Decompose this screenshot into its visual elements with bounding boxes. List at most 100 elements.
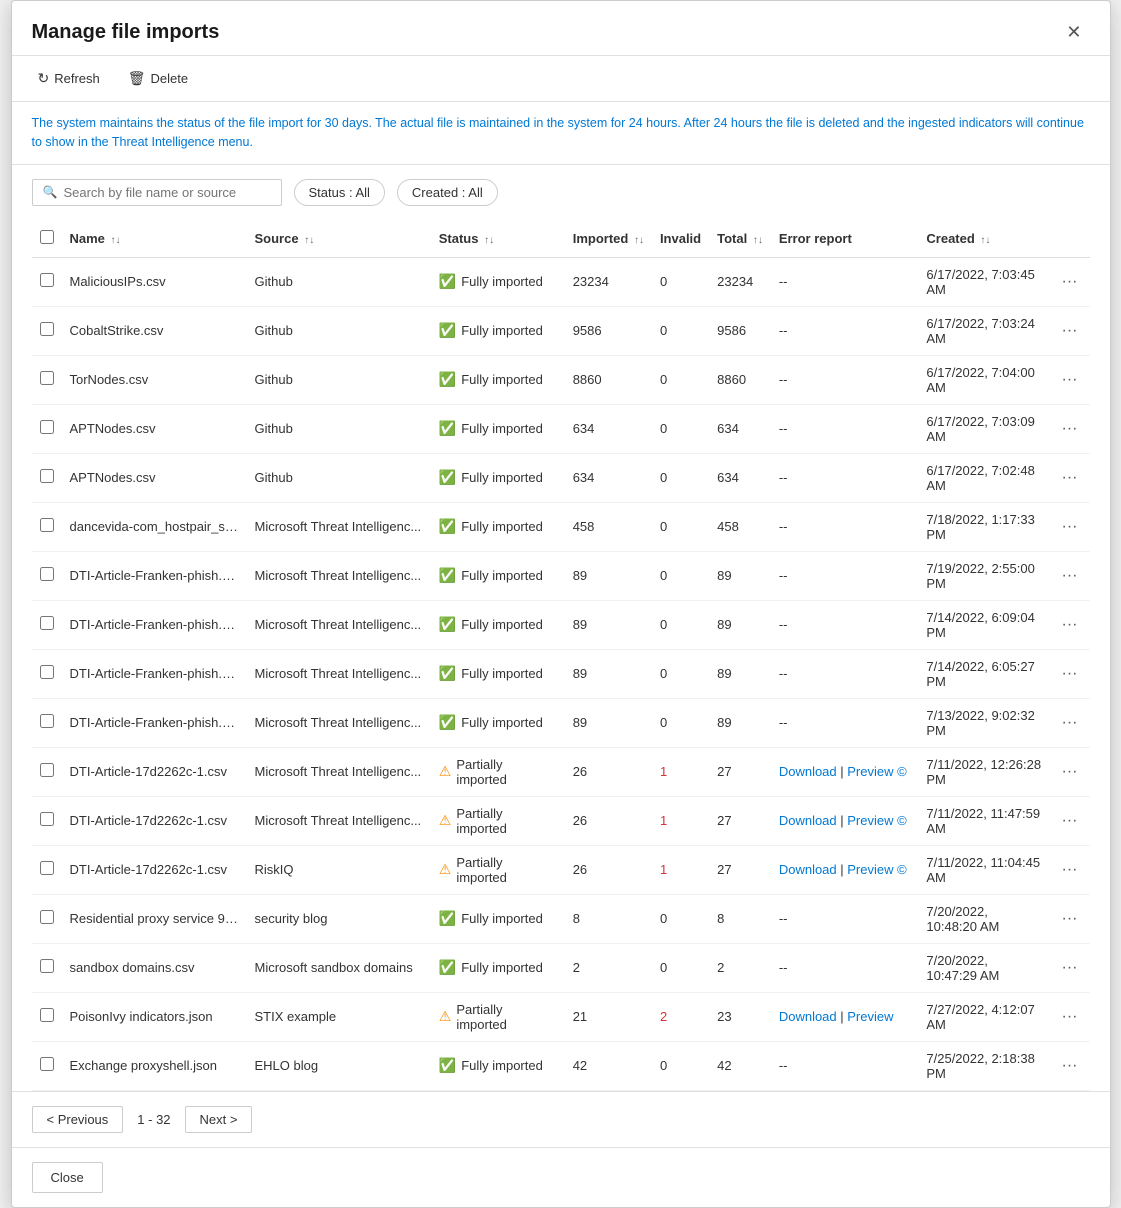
row-checkbox-9[interactable] (40, 714, 54, 728)
row-more-button[interactable]: ··· (1057, 369, 1081, 391)
row-error: Download | Preview © (771, 747, 919, 796)
status-text: Fully imported (461, 323, 543, 338)
search-input[interactable] (63, 185, 270, 200)
close-button[interactable]: Close (32, 1162, 103, 1193)
download-link[interactable]: Download (779, 862, 837, 877)
row-invalid: 0 (652, 306, 709, 355)
row-invalid: 0 (652, 1041, 709, 1090)
col-header-error[interactable]: Error report (771, 220, 919, 258)
download-link[interactable]: Download (779, 813, 837, 828)
row-more-button[interactable]: ··· (1057, 1055, 1081, 1077)
row-error: -- (771, 1041, 919, 1090)
delete-button[interactable]: 🗑 Delete (122, 66, 194, 91)
row-name: sandbox domains.csv (62, 943, 247, 992)
row-checkbox-5[interactable] (40, 518, 54, 532)
row-more-button[interactable]: ··· (1057, 908, 1081, 930)
row-more-button[interactable]: ··· (1057, 271, 1081, 293)
row-more-button[interactable]: ··· (1057, 859, 1081, 881)
row-more-button[interactable]: ··· (1057, 565, 1081, 587)
row-checkbox-2[interactable] (40, 371, 54, 385)
preview-link[interactable]: Preview © (847, 764, 906, 779)
col-header-source[interactable]: Source ↑↓ (247, 220, 431, 258)
row-invalid: 0 (652, 502, 709, 551)
row-more-button[interactable]: ··· (1057, 810, 1081, 832)
row-checkbox-0[interactable] (40, 273, 54, 287)
previous-button[interactable]: < Previous (32, 1106, 124, 1133)
col-header-status[interactable]: Status ↑↓ (431, 220, 565, 258)
row-more-button[interactable]: ··· (1057, 516, 1081, 538)
row-name: DTI-Article-Franken-phish.csv (62, 698, 247, 747)
row-invalid: 0 (652, 600, 709, 649)
row-status: ✅Fully imported (431, 502, 565, 551)
table-row: dancevida-com_hostpair_sen... Microsoft … (32, 502, 1090, 551)
status-full-icon: ✅ (439, 567, 456, 584)
row-source: Microsoft sandbox domains (247, 943, 431, 992)
row-more-button[interactable]: ··· (1057, 712, 1081, 734)
row-checkbox-11[interactable] (40, 812, 54, 826)
manage-file-imports-dialog: Manage file imports ✕ ↻ Refresh 🗑 Delete… (11, 0, 1111, 1208)
row-created: 7/11/2022, 11:47:59 AM (918, 796, 1049, 845)
preview-link[interactable]: Preview (847, 1009, 893, 1024)
col-header-actions (1049, 220, 1089, 258)
row-more-button[interactable]: ··· (1057, 418, 1081, 440)
col-header-name[interactable]: Name ↑↓ (62, 220, 247, 258)
row-checkbox-12[interactable] (40, 861, 54, 875)
table-row: Exchange proxyshell.json EHLO blog ✅Full… (32, 1041, 1090, 1090)
row-more-button[interactable]: ··· (1057, 1006, 1081, 1028)
row-total: 27 (709, 845, 771, 894)
select-all-checkbox[interactable] (40, 230, 54, 244)
col-header-created[interactable]: Created ↑↓ (918, 220, 1049, 258)
status-full-icon: ✅ (439, 714, 456, 731)
download-link[interactable]: Download (779, 1009, 837, 1024)
row-checkbox-8[interactable] (40, 665, 54, 679)
row-more-button[interactable]: ··· (1057, 957, 1081, 979)
row-source: Github (247, 355, 431, 404)
table-row: PoisonIvy indicators.json STIX example ⚠… (32, 992, 1090, 1041)
row-checkbox-13[interactable] (40, 910, 54, 924)
row-status: ✅Fully imported (431, 1041, 565, 1090)
next-button[interactable]: Next > (185, 1106, 253, 1133)
row-checkbox-14[interactable] (40, 959, 54, 973)
row-more-button[interactable]: ··· (1057, 614, 1081, 636)
close-icon-button[interactable]: ✕ (1058, 19, 1089, 45)
row-checkbox-16[interactable] (40, 1057, 54, 1071)
row-imported: 26 (565, 845, 652, 894)
row-name: APTNodes.csv (62, 453, 247, 502)
download-link[interactable]: Download (779, 764, 837, 779)
status-partial-icon: ⚠ (439, 812, 452, 829)
row-status: ✅Fully imported (431, 894, 565, 943)
row-checkbox-3[interactable] (40, 420, 54, 434)
row-name: MaliciousIPs.csv (62, 257, 247, 306)
row-more-button[interactable]: ··· (1057, 761, 1081, 783)
col-header-invalid[interactable]: Invalid (652, 220, 709, 258)
row-more-button[interactable]: ··· (1057, 467, 1081, 489)
col-header-total[interactable]: Total ↑↓ (709, 220, 771, 258)
row-checkbox-4[interactable] (40, 469, 54, 483)
col-header-imported[interactable]: Imported ↑↓ (565, 220, 652, 258)
row-error: -- (771, 404, 919, 453)
row-total: 458 (709, 502, 771, 551)
status-filter-button[interactable]: Status : All (294, 179, 385, 206)
row-name: Exchange proxyshell.json (62, 1041, 247, 1090)
row-more-button[interactable]: ··· (1057, 320, 1081, 342)
status-full-icon: ✅ (439, 322, 456, 339)
row-status: ✅Fully imported (431, 649, 565, 698)
row-total: 42 (709, 1041, 771, 1090)
delete-label: Delete (151, 71, 189, 86)
created-filter-button[interactable]: Created : All (397, 179, 498, 206)
row-checkbox-1[interactable] (40, 322, 54, 336)
row-status: ⚠Partially imported (431, 747, 565, 796)
row-checkbox-6[interactable] (40, 567, 54, 581)
row-source: Microsoft Threat Intelligenc... (247, 796, 431, 845)
row-error: -- (771, 600, 919, 649)
status-full-icon: ✅ (439, 616, 456, 633)
error-none: -- (779, 960, 788, 975)
row-checkbox-7[interactable] (40, 616, 54, 630)
preview-link[interactable]: Preview © (847, 862, 906, 877)
refresh-button[interactable]: ↻ Refresh (32, 66, 106, 91)
row-checkbox-15[interactable] (40, 1008, 54, 1022)
preview-link[interactable]: Preview © (847, 813, 906, 828)
status-text: Fully imported (461, 960, 543, 975)
row-more-button[interactable]: ··· (1057, 663, 1081, 685)
row-checkbox-10[interactable] (40, 763, 54, 777)
